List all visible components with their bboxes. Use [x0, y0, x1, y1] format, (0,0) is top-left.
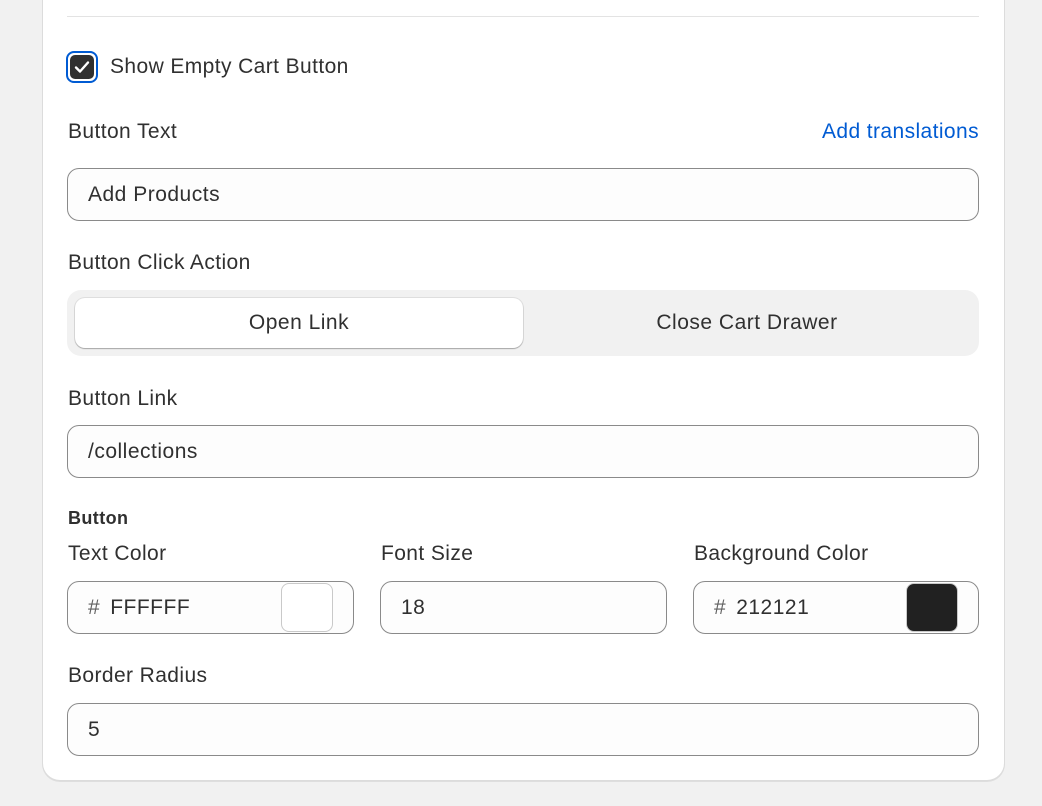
button-text-label: Button Text — [68, 120, 178, 143]
button-section-title: Button — [68, 508, 129, 528]
border-radius-input[interactable]: 5 — [67, 703, 979, 756]
button-click-action-label: Button Click Action — [68, 251, 251, 274]
font-size-input[interactable]: 18 — [380, 581, 667, 634]
text-color-swatch[interactable] — [281, 583, 333, 632]
background-color-input[interactable]: # 212121 — [693, 581, 979, 634]
hash-prefix: # — [714, 595, 727, 619]
text-color-label: Text Color — [68, 542, 167, 565]
font-size-value: 18 — [401, 595, 426, 619]
option-open-link[interactable]: Open Link — [75, 298, 523, 348]
background-color-swatch[interactable] — [906, 583, 958, 632]
button-text-input[interactable]: Add Products — [67, 168, 979, 221]
border-radius-value: 5 — [88, 717, 101, 741]
section-divider — [67, 16, 979, 17]
text-color-input[interactable]: # FFFFFF — [67, 581, 354, 634]
checkbox-box[interactable] — [66, 51, 98, 83]
button-link-label: Button Link — [68, 387, 178, 410]
border-radius-label: Border Radius — [68, 664, 208, 687]
hash-prefix: # — [88, 595, 101, 619]
add-translations-link[interactable]: Add translations — [822, 120, 979, 144]
option-close-cart-drawer[interactable]: Close Cart Drawer — [523, 298, 971, 348]
font-size-label: Font Size — [381, 542, 474, 565]
background-color-label: Background Color — [694, 542, 869, 565]
button-link-value: /collections — [88, 439, 198, 463]
show-empty-cart-button-label: Show Empty Cart Button — [110, 55, 349, 78]
checkmark-icon — [70, 55, 94, 79]
button-click-action-selector: Open Link Close Cart Drawer — [67, 290, 979, 356]
show-empty-cart-button-checkbox[interactable]: Show Empty Cart Button — [66, 51, 349, 83]
button-text-value: Add Products — [88, 182, 221, 206]
text-color-value: FFFFFF — [110, 595, 191, 619]
button-link-input[interactable]: /collections — [67, 425, 979, 478]
background-color-value: 212121 — [736, 595, 810, 619]
